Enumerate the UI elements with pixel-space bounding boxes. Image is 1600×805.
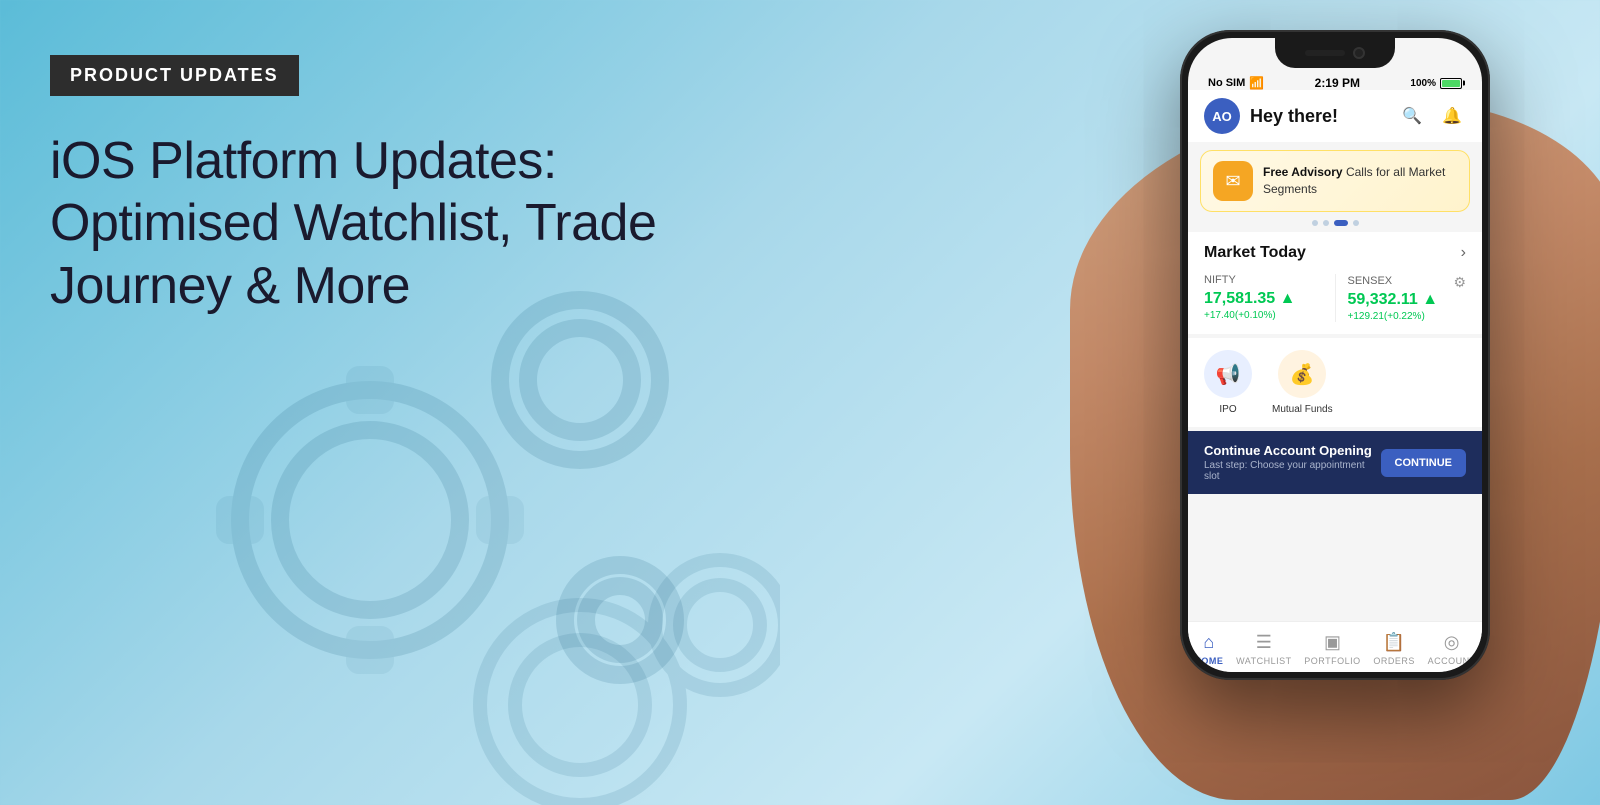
banner-mail-icon: ✉: [1213, 161, 1253, 201]
ipo-icon: 📢: [1204, 350, 1252, 398]
market-divider: [1335, 274, 1336, 322]
product-updates-badge: PRODUCT UPDATES: [50, 55, 299, 96]
status-battery: 100%: [1410, 78, 1462, 89]
nifty-label: NIFTY: [1204, 274, 1323, 286]
headline-text: iOS Platform Updates: Optimised Watchlis…: [50, 130, 750, 317]
phone-frame: No SIM 📶 2:19 PM 100% AO Hey there!: [1180, 30, 1490, 680]
phone-mockup: No SIM 📶 2:19 PM 100% AO Hey there!: [920, 0, 1600, 805]
quick-access: 📢 IPO 💰 Mutual Funds: [1188, 338, 1482, 427]
phone-speaker: [1305, 50, 1345, 56]
wifi-icon: 📶: [1249, 76, 1264, 90]
banner-dots: [1188, 220, 1482, 226]
account-banner-text: Continue Account Opening Last step: Choo…: [1204, 443, 1381, 482]
header-icons: 🔍 🔔: [1398, 102, 1466, 130]
avatar[interactable]: AO: [1204, 98, 1240, 134]
battery-icon: [1440, 78, 1462, 89]
greeting-text: Hey there!: [1250, 106, 1398, 127]
account-icon: ◎: [1444, 632, 1460, 653]
main-headline: iOS Platform Updates: Optimised Watchlis…: [50, 130, 750, 317]
notification-icon[interactable]: 🔔: [1438, 102, 1466, 130]
phone-notch: [1275, 38, 1395, 68]
sensex-value: 59,332.11 ▲: [1348, 291, 1467, 309]
market-section: Market Today › NIFTY 17,581.35 ▲ +17.40(…: [1188, 232, 1482, 334]
portfolio-label: PORTFOLIO: [1304, 656, 1360, 666]
portfolio-icon: ▣: [1324, 632, 1341, 653]
settings-icon[interactable]: ⚙: [1453, 274, 1466, 291]
nifty-data: NIFTY 17,581.35 ▲ +17.40(+0.10%): [1204, 274, 1323, 322]
headline-line2: Optimised Watchlist, Trade Journey & Mor…: [50, 194, 656, 314]
market-data: NIFTY 17,581.35 ▲ +17.40(+0.10%) SENSEX …: [1204, 274, 1466, 322]
orders-label: ORDERS: [1373, 656, 1415, 666]
app-header: AO Hey there! 🔍 🔔: [1188, 90, 1482, 142]
nav-orders[interactable]: 📋 ORDERS: [1373, 632, 1415, 666]
headline-line1: iOS Platform Updates:: [50, 132, 557, 190]
status-carrier: No SIM 📶: [1208, 76, 1264, 90]
ipo-label: IPO: [1219, 404, 1236, 415]
nav-account[interactable]: ◎ ACCOUNT: [1428, 632, 1476, 666]
continue-button[interactable]: CONTINUE: [1381, 449, 1466, 477]
phone-screen: No SIM 📶 2:19 PM 100% AO Hey there!: [1188, 38, 1482, 672]
phone-camera: [1353, 47, 1365, 59]
market-header: Market Today ›: [1204, 244, 1466, 262]
account-banner-subtitle: Last step: Choose your appointment slot: [1204, 460, 1381, 482]
sensex-change: +129.21(+0.22%): [1348, 311, 1467, 322]
bottom-nav: ⌂ HOME ☰ WATCHLIST ▣ PORTFOLIO 📋 ORDERS …: [1188, 621, 1482, 672]
account-banner-title: Continue Account Opening: [1204, 443, 1381, 458]
mutual-funds-label: Mutual Funds: [1272, 404, 1333, 415]
nifty-value: 17,581.35 ▲: [1204, 290, 1323, 308]
dot-4: [1353, 220, 1359, 226]
status-time: 2:19 PM: [1315, 76, 1360, 90]
account-opening-banner: Continue Account Opening Last step: Choo…: [1188, 431, 1482, 494]
search-icon[interactable]: 🔍: [1398, 102, 1426, 130]
sensex-label: SENSEX: [1348, 275, 1393, 287]
nav-home[interactable]: ⌂ HOME: [1194, 632, 1223, 666]
watchlist-label: WATCHLIST: [1236, 656, 1292, 666]
sensex-header: SENSEX ⚙: [1348, 274, 1467, 291]
banner-text: Free Advisory Calls for all Market Segme…: [1263, 164, 1457, 198]
ipo-item[interactable]: 📢 IPO: [1204, 350, 1252, 415]
sensex-data: SENSEX ⚙ 59,332.11 ▲ +129.21(+0.22%): [1348, 274, 1467, 322]
market-arrow-icon[interactable]: ›: [1461, 244, 1466, 262]
orders-icon: 📋: [1383, 632, 1405, 653]
mutual-funds-item[interactable]: 💰 Mutual Funds: [1272, 350, 1333, 415]
nav-watchlist[interactable]: ☰ WATCHLIST: [1236, 632, 1292, 666]
home-label: HOME: [1194, 656, 1223, 666]
dot-3-active: [1334, 220, 1348, 226]
mutual-funds-icon: 💰: [1278, 350, 1326, 398]
account-label: ACCOUNT: [1428, 656, 1476, 666]
watchlist-icon: ☰: [1256, 632, 1272, 653]
market-title: Market Today: [1204, 244, 1306, 262]
advisory-banner[interactable]: ✉ Free Advisory Calls for all Market Seg…: [1200, 150, 1470, 212]
status-bar: No SIM 📶 2:19 PM 100%: [1188, 68, 1482, 90]
home-icon: ⌂: [1203, 632, 1214, 653]
dot-2: [1323, 220, 1329, 226]
dot-1: [1312, 220, 1318, 226]
nav-portfolio[interactable]: ▣ PORTFOLIO: [1304, 632, 1360, 666]
nifty-change: +17.40(+0.10%): [1204, 310, 1323, 321]
